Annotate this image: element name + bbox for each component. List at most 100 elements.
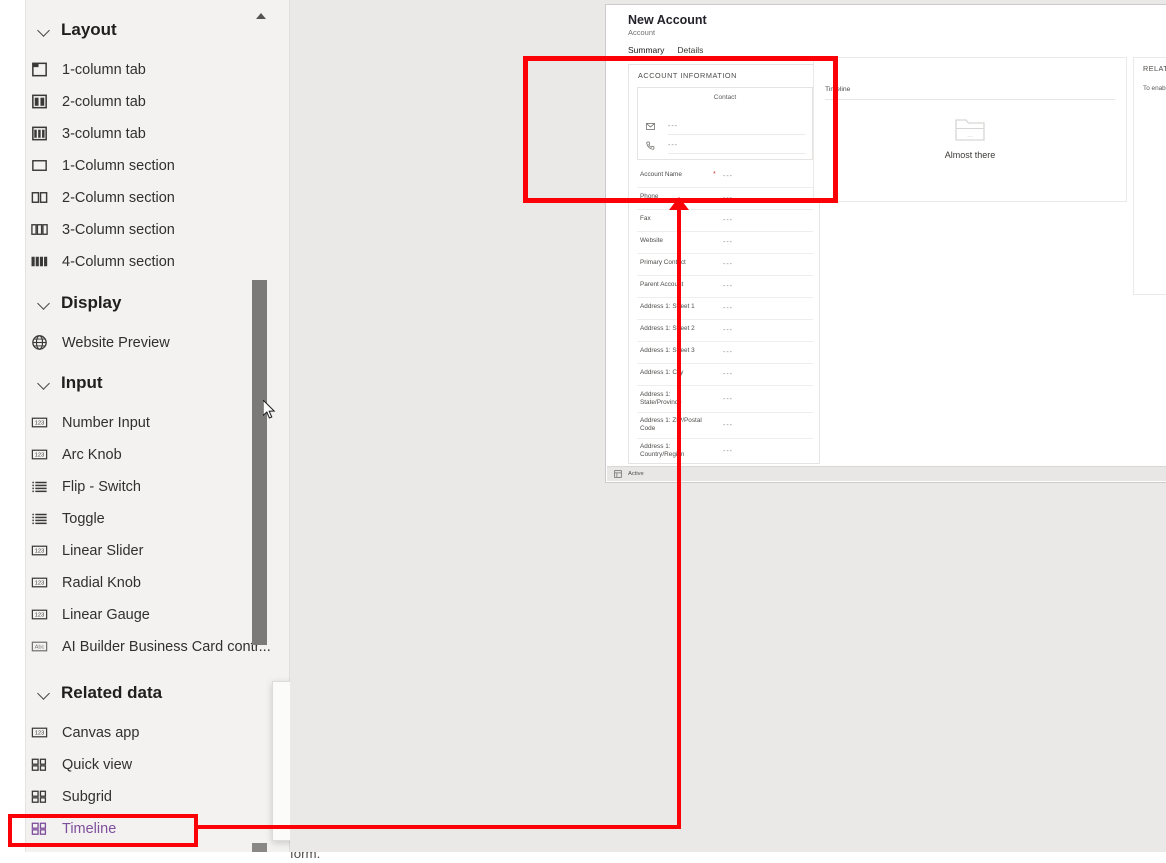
- page-subtitle: Account: [628, 28, 707, 37]
- field-account-name[interactable]: Account Name * ---: [637, 166, 813, 188]
- field-address-street-2[interactable]: Address 1: Street 2 ---: [637, 320, 813, 342]
- field-address-country-region[interactable]: Address 1: Country/Region ---: [637, 438, 813, 464]
- field-value: ---: [723, 217, 733, 224]
- svg-text:123: 123: [35, 453, 45, 459]
- quick-view-phone-row[interactable]: ---: [646, 141, 806, 150]
- sidebar-item-label: Radial Knob: [62, 575, 141, 591]
- mouse-cursor-icon: [263, 400, 277, 420]
- field-phone[interactable]: Phone ---: [637, 188, 813, 210]
- three-column-section-icon: [30, 220, 49, 239]
- field-label: Website: [640, 237, 706, 245]
- sidebar-item-quick-view[interactable]: Quick view: [30, 755, 132, 774]
- field-label: Address 1: Street 3: [640, 347, 706, 355]
- sidebar-item-3-column-tab[interactable]: 3-column tab: [30, 124, 146, 143]
- sidebar-item-2-column-section[interactable]: 2-Column section: [30, 188, 175, 207]
- sidebar-group-related-data[interactable]: Related data: [38, 683, 162, 703]
- related-message: To enable this content, create the recor…: [1134, 73, 1166, 92]
- field-label: Address 1: Street 2: [640, 325, 706, 333]
- svg-text:123: 123: [35, 549, 45, 555]
- sidebar-item-label: AI Builder Business Card contr...: [62, 639, 271, 655]
- sidebar-item-label: 2-Column section: [62, 190, 175, 206]
- sidebar-item-arc-knob[interactable]: 123 Arc Knob: [30, 445, 122, 464]
- field-fax[interactable]: Fax ---: [637, 210, 813, 232]
- sidebar-item-label: Linear Gauge: [62, 607, 150, 623]
- sidebar-item-3-column-section[interactable]: 3-Column section: [30, 220, 175, 239]
- field-address-street-3[interactable]: Address 1: Street 3 ---: [637, 342, 813, 364]
- sidebar-group-label: Layout: [61, 20, 117, 40]
- component-sidebar: Layout 1-column tab 2-column tab 3-colum…: [0, 0, 290, 852]
- sidebar-scrollbar-bottom[interactable]: [252, 843, 267, 852]
- field-address-state-province[interactable]: Address 1: State/Province ---: [637, 386, 813, 413]
- field-value: ---: [723, 371, 733, 378]
- field-value: ---: [723, 173, 733, 180]
- footer-status[interactable]: Active: [614, 470, 644, 478]
- quick-view-email-row[interactable]: ---: [646, 122, 806, 131]
- field-value: ---: [723, 396, 733, 403]
- sidebar-scrollbar-thumb[interactable]: [252, 280, 267, 645]
- field-label: Address 1: State/Province: [640, 391, 706, 406]
- field-primary-contact[interactable]: Primary Contact ---: [637, 254, 813, 276]
- field-label: Address 1: Country/Region: [640, 443, 706, 458]
- svg-text:Abc: Abc: [35, 645, 45, 651]
- field-value: ---: [723, 349, 733, 356]
- sidebar-item-label: Quick view: [62, 757, 132, 773]
- one-column-tab-icon: [30, 60, 49, 79]
- sidebar-item-canvas-app[interactable]: 123 Canvas app: [30, 723, 139, 742]
- sidebar-group-display[interactable]: Display: [38, 293, 121, 313]
- related-header: RELATED: [1134, 58, 1166, 73]
- tab-summary[interactable]: Summary: [628, 45, 664, 59]
- sidebar-item-label: Website Preview: [62, 335, 170, 351]
- sidebar-item-label: 1-Column section: [62, 158, 175, 174]
- field-label: Primary Contact: [640, 259, 706, 267]
- sidebar-item-flip-switch[interactable]: Flip - Switch: [30, 477, 141, 496]
- field-label: Address 1: City: [640, 369, 706, 377]
- sidebar-item-website-preview[interactable]: Website Preview: [30, 333, 170, 352]
- sidebar-item-ai-builder-business-card[interactable]: Abc AI Builder Business Card contr...: [30, 637, 271, 656]
- annotation-arrow-vertical: [677, 204, 681, 828]
- grid-block-icon: [30, 755, 49, 774]
- sidebar-group-label: Related data: [61, 683, 162, 703]
- field-value: ---: [723, 261, 733, 268]
- sidebar-item-2-column-tab[interactable]: 2-column tab: [30, 92, 146, 111]
- sidebar-item-toggle[interactable]: Toggle: [30, 509, 105, 528]
- phone-icon: [646, 141, 655, 150]
- contact-quick-view-card[interactable]: Contact --- ---: [637, 87, 813, 160]
- sidebar-item-linear-slider[interactable]: 123 Linear Slider: [30, 541, 143, 560]
- chevron-down-icon: [38, 297, 51, 310]
- sidebar-group-input[interactable]: Input: [38, 373, 103, 393]
- number-icon: 123: [30, 573, 49, 592]
- sidebar-item-label: 3-Column section: [62, 222, 175, 238]
- svg-text:123: 123: [35, 421, 45, 427]
- two-column-section-icon: [30, 188, 49, 207]
- three-column-tab-icon: [30, 124, 49, 143]
- field-parent-account[interactable]: Parent Account ---: [637, 276, 813, 298]
- sidebar-item-label: Arc Knob: [62, 447, 122, 463]
- sidebar-item-1-column-section[interactable]: 1-Column section: [30, 156, 175, 175]
- sidebar-item-linear-gauge[interactable]: 123 Linear Gauge: [30, 605, 150, 624]
- sidebar-item-1-column-tab[interactable]: 1-column tab: [30, 60, 146, 79]
- field-label: Fax: [640, 215, 706, 223]
- timeline-empty-text: Almost there: [945, 150, 996, 160]
- sidebar-group-layout[interactable]: Layout: [38, 20, 117, 40]
- field-website[interactable]: Website ---: [637, 232, 813, 254]
- sidebar-item-label: Canvas app: [62, 725, 139, 741]
- svg-text:123: 123: [35, 731, 45, 737]
- sidebar-item-label: Linear Slider: [62, 543, 143, 559]
- field-address-zip-postal-code[interactable]: Address 1: ZIP/Postal Code ---: [637, 412, 813, 439]
- abc-icon: Abc: [30, 637, 49, 656]
- timeline-panel[interactable]: Timeline ... Almost there: [813, 57, 1127, 202]
- chevron-down-icon: [38, 687, 51, 700]
- sidebar-item-4-column-section[interactable]: 4-Column section: [30, 252, 175, 271]
- one-column-section-icon: [30, 156, 49, 175]
- field-address-city[interactable]: Address 1: City ---: [637, 364, 813, 386]
- tab-details[interactable]: Details: [677, 45, 703, 59]
- sidebar-item-radial-knob[interactable]: 123 Radial Knob: [30, 573, 141, 592]
- form-designer-canvas: New Account Account --- Annual Revenue -…: [290, 0, 1166, 852]
- number-icon: 123: [30, 445, 49, 464]
- sidebar-item-subgrid[interactable]: Subgrid: [30, 787, 112, 806]
- field-address-street-1[interactable]: Address 1: Street 1 ---: [637, 298, 813, 320]
- sidebar-item-number-input[interactable]: 123 Number Input: [30, 413, 150, 432]
- sidebar-group-label: Display: [61, 293, 121, 313]
- form-tabs: Summary Details: [628, 45, 703, 59]
- form-footer: Active Save: [607, 466, 1166, 481]
